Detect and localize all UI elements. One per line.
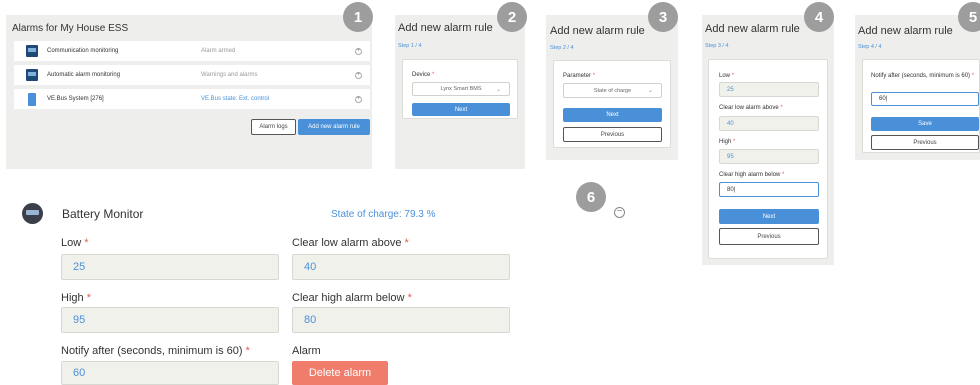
step3-title: Add new alarm rule	[705, 23, 800, 35]
step-badge-1: 1	[343, 2, 373, 32]
device-label: Device *	[412, 72, 435, 78]
step3-next-button[interactable]: Next	[719, 209, 819, 224]
step2-title: Add new alarm rule	[550, 25, 645, 37]
device-select[interactable]: Lynx Smart BMS ⌄	[412, 82, 510, 96]
rule-high-input[interactable]: 95	[61, 307, 279, 333]
step1-card: Device * Lynx Smart BMS ⌄ Next	[402, 59, 518, 119]
alarm-row-automatic[interactable]: Automatic alarm monitoring Warnings and …	[14, 65, 370, 85]
battery-monitor-rule: Battery Monitor State of charge: 79.3 % …	[0, 195, 560, 385]
step4-panel: Add new alarm rule Step 4 / 4 Notify aft…	[855, 15, 980, 160]
expand-plus-icon[interactable]: +	[355, 47, 362, 55]
notify-label: Notify after (seconds, minimum is 60) *	[871, 73, 975, 79]
step4-card: Notify after (seconds, minimum is 60) * …	[862, 59, 980, 153]
step3-panel: Add new alarm rule Step 3 / 4 Low * 25 C…	[702, 15, 834, 265]
step4-previous-button[interactable]: Previous	[871, 135, 979, 150]
step3-card: Low * 25 Clear low alarm above * 40 High…	[708, 59, 828, 259]
battery-monitor-device-icon	[22, 203, 43, 224]
high-label: High *	[719, 139, 736, 145]
alarm-row-name: VE.Bus System [276]	[47, 96, 104, 102]
alarm-row-status: Warnings and alarms	[201, 72, 258, 78]
step2-previous-button[interactable]: Previous	[563, 127, 662, 142]
notify-input[interactable]: 60|	[871, 92, 979, 106]
step2-indicator: Step 2 / 4	[550, 45, 574, 51]
rule-notify-label: Notify after (seconds, minimum is 60) *	[61, 345, 250, 357]
alarm-row-status: Alarm armed	[201, 48, 236, 54]
expand-plus-icon[interactable]: +	[355, 95, 362, 103]
rule-notify-input[interactable]: 60	[61, 361, 279, 385]
chevron-down-icon: ⌄	[647, 88, 653, 94]
delete-alarm-button[interactable]: Delete alarm	[292, 361, 388, 385]
step3-indicator: Step 3 / 4	[705, 43, 729, 49]
device-select-value: Lynx Smart BMS	[440, 86, 482, 92]
rule-clear-high-input[interactable]: 80	[292, 307, 510, 333]
clear-low-input[interactable]: 40	[719, 116, 819, 131]
step3-previous-button[interactable]: Previous	[719, 228, 819, 245]
step2-next-button[interactable]: Next	[563, 108, 662, 122]
step-badge-4: 4	[804, 2, 834, 32]
step4-indicator: Step 4 / 4	[858, 44, 882, 50]
alarm-row-vebus[interactable]: VE.Bus System [276] VE.Bus state: Ext. c…	[14, 89, 370, 109]
alarm-logs-button[interactable]: Alarm logs	[251, 119, 296, 135]
clear-high-label: Clear high alarm below *	[719, 172, 785, 178]
step1-next-button[interactable]: Next	[412, 103, 510, 116]
step2-panel: Add new alarm rule Step 2 / 4 Parameter …	[546, 15, 678, 160]
rule-clear-high-label: Clear high alarm below *	[292, 292, 412, 304]
vebus-device-icon	[28, 92, 36, 106]
rule-high-label: High *	[61, 292, 91, 304]
clear-high-input[interactable]: 80|	[719, 182, 819, 197]
rule-low-label: Low *	[61, 237, 89, 249]
alarms-panel-title: Alarms for My House ESS	[12, 23, 129, 34]
step1-indicator: Step 1 / 4	[398, 43, 422, 49]
parameter-label: Parameter *	[563, 73, 596, 79]
rule-low-input[interactable]: 25	[61, 254, 279, 280]
step1-panel: Add new alarm rule Step 1 / 4 Device * L…	[395, 15, 525, 169]
alarms-panel: Alarms for My House ESS Communication mo…	[6, 15, 372, 169]
monitor-device-icon	[26, 69, 38, 81]
alarm-row-status: VE.Bus state: Ext. control	[201, 96, 270, 102]
parameter-select-value: State of charge	[593, 87, 632, 94]
collapse-minus-icon[interactable]: −	[614, 207, 625, 218]
add-alarm-rule-button[interactable]: Add new alarm rule	[298, 119, 370, 135]
rule-clear-low-input[interactable]: 40	[292, 254, 510, 280]
rule-device-name: Battery Monitor	[62, 207, 144, 221]
low-label: Low *	[719, 73, 735, 79]
alarm-row-name: Communication monitoring	[47, 48, 119, 54]
high-input[interactable]: 95	[719, 149, 819, 164]
step4-save-button[interactable]: Save	[871, 117, 979, 131]
expand-plus-icon[interactable]: +	[355, 71, 362, 79]
chevron-down-icon: ⌄	[495, 86, 501, 93]
step2-card: Parameter * State of charge ⌄ Next Previ…	[553, 60, 671, 148]
step-badge-3: 3	[648, 2, 678, 32]
step4-title: Add new alarm rule	[858, 25, 953, 37]
low-input[interactable]: 25	[719, 82, 819, 97]
step-badge-5: 5	[958, 2, 980, 32]
alarm-row-name: Automatic alarm monitoring	[47, 72, 121, 78]
rule-status: State of charge: 79.3 %	[331, 209, 436, 220]
rule-alarm-label: Alarm	[292, 345, 321, 357]
rule-clear-low-label: Clear low alarm above *	[292, 237, 409, 249]
clear-low-label: Clear low alarm above *	[719, 105, 783, 111]
monitor-device-icon	[26, 45, 38, 57]
step-badge-2: 2	[497, 2, 527, 32]
step-badge-6: 6	[576, 182, 606, 212]
parameter-select[interactable]: State of charge ⌄	[563, 83, 662, 98]
step1-title: Add new alarm rule	[398, 22, 493, 34]
alarm-row-communication[interactable]: Communication monitoring Alarm armed +	[14, 41, 370, 61]
